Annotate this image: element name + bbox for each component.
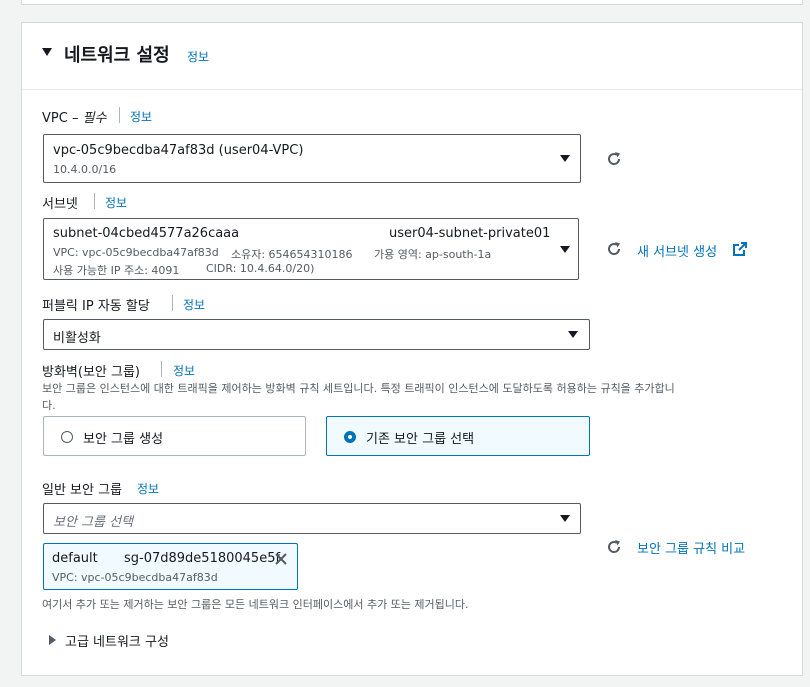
security-group-select[interactable]: 보안 그룹 선택 bbox=[43, 503, 581, 534]
token-sg-id: sg-07d89de5180045e5f bbox=[124, 551, 281, 566]
selected-security-group-token: default sg-07d89de5180045e5f VPC: vpc-05… bbox=[43, 543, 298, 590]
security-group-note: 여기서 추가 또는 제거하는 보안 그룹은 모든 네트워크 인터페이스에서 추가… bbox=[42, 598, 469, 611]
subnet-separator bbox=[94, 193, 95, 209]
firewall-label: 방화벽(보안 그룹) bbox=[42, 365, 140, 380]
common-sg-label: 일반 보안 그룹 bbox=[42, 483, 123, 498]
expand-caret-icon[interactable] bbox=[49, 635, 56, 645]
vpc-select-value: vpc-05c9becdba47af83d (user04-VPC) bbox=[53, 143, 304, 158]
select-existing-sg-label: 기존 보안 그룹 선택 bbox=[366, 432, 475, 447]
select-existing-sg-radio[interactable] bbox=[344, 431, 356, 443]
vpc-select[interactable]: vpc-05c9becdba47af83d (user04-VPC) 10.4.… bbox=[43, 134, 581, 183]
common-sg-info-link[interactable]: 정보 bbox=[137, 480, 159, 497]
section-info-link[interactable]: 정보 bbox=[187, 48, 209, 65]
token-sg-name: default bbox=[52, 551, 98, 566]
vpc-dropdown-caret-icon bbox=[560, 155, 570, 162]
vpc-refresh-icon[interactable] bbox=[605, 150, 623, 168]
firewall-description-line1: 보안 그룹은 인스턴스에 대한 트래픽을 제어하는 방화벽 규칙 세트입니다. … bbox=[42, 382, 675, 395]
public-ip-label: 퍼블릭 IP 자동 할당 bbox=[42, 299, 150, 314]
create-sg-label: 보안 그룹 생성 bbox=[83, 432, 164, 447]
firewall-description-line2: 다. bbox=[42, 399, 56, 412]
public-ip-dropdown-caret-icon bbox=[568, 331, 578, 338]
public-ip-info-link[interactable]: 정보 bbox=[183, 296, 205, 313]
select-existing-security-group-option[interactable]: 기존 보안 그룹 선택 bbox=[326, 416, 590, 456]
security-group-select-placeholder: 보안 그룹 선택 bbox=[53, 515, 134, 530]
subnet-select[interactable]: subnet-04cbed4577a26caaa user04-subnet-p… bbox=[43, 218, 579, 280]
subnet-available-ips: 사용 가능한 IP 주소: 4091 bbox=[53, 264, 180, 277]
vpc-label: VPC – 필수 bbox=[42, 107, 107, 126]
vpc-label-text: VPC – bbox=[42, 111, 79, 126]
section-title: 네트워크 설정 bbox=[64, 45, 170, 66]
network-settings-panel: 네트워크 설정 정보 VPC – 필수 정보 vpc-05c9becdba47a… bbox=[21, 22, 803, 676]
public-ip-value: 비활성화 bbox=[53, 331, 101, 346]
public-ip-separator bbox=[172, 295, 173, 311]
token-sg-vpc: VPC: vpc-05c9becdba47af83d bbox=[52, 571, 218, 584]
vpc-required: 필수 bbox=[82, 111, 107, 126]
vpc-info-link[interactable]: 정보 bbox=[130, 108, 152, 125]
subnet-name: user04-subnet-private01 bbox=[389, 226, 551, 241]
advanced-network-config-toggle[interactable]: 고급 네트워크 구성 bbox=[65, 631, 169, 650]
subnet-info-link[interactable]: 정보 bbox=[105, 194, 127, 211]
firewall-info-link[interactable]: 정보 bbox=[173, 362, 195, 379]
create-subnet-link[interactable]: 새 서브넷 생성 bbox=[637, 241, 717, 260]
subnet-vpc: VPC: vpc-05c9becdba47af83d bbox=[53, 246, 219, 259]
subnet-id: subnet-04cbed4577a26caaa bbox=[53, 226, 240, 241]
collapse-caret-icon[interactable] bbox=[42, 48, 52, 56]
security-group-refresh-icon[interactable] bbox=[605, 538, 623, 556]
create-security-group-option[interactable]: 보안 그룹 생성 bbox=[43, 416, 306, 456]
compare-sg-rules-link[interactable]: 보안 그룹 규칙 비교 bbox=[637, 538, 745, 557]
external-link-icon[interactable] bbox=[733, 242, 747, 256]
subnet-label: 서브넷 bbox=[42, 197, 78, 212]
subnet-cidr: CIDR: 10.4.64.0/20) bbox=[206, 262, 315, 275]
remove-token-close-icon[interactable] bbox=[274, 552, 288, 566]
subnet-dropdown-caret-icon bbox=[560, 246, 570, 253]
public-ip-select[interactable]: 비활성화 bbox=[43, 319, 590, 350]
create-sg-radio[interactable] bbox=[61, 431, 73, 443]
vpc-select-cidr: 10.4.0.0/16 bbox=[53, 163, 117, 176]
previous-panel-edge bbox=[21, 0, 803, 5]
subnet-az: 가용 영역: ap-south-1a bbox=[374, 248, 492, 261]
section-header: 네트워크 설정 정보 bbox=[22, 23, 802, 90]
subnet-refresh-icon[interactable] bbox=[605, 240, 623, 258]
vpc-separator bbox=[119, 107, 120, 123]
firewall-separator bbox=[161, 361, 162, 377]
subnet-owner: 소유자: 654654310186 bbox=[231, 248, 353, 261]
security-group-dropdown-caret-icon bbox=[560, 515, 570, 522]
